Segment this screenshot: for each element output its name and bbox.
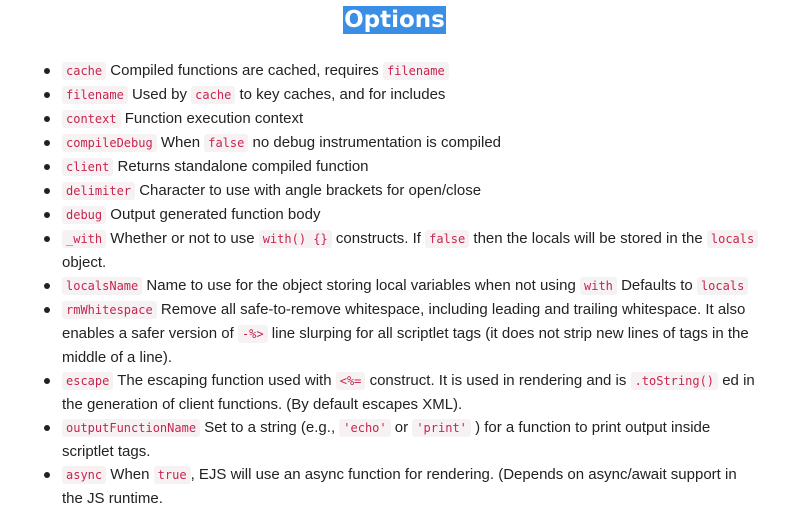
bullet-icon	[44, 116, 50, 122]
bullet-icon	[44, 68, 50, 74]
bullet-icon	[44, 212, 50, 218]
option-text: or	[390, 419, 413, 436]
option-text: Compiled functions are cached, requires	[106, 62, 383, 79]
option-key: _with	[62, 230, 107, 248]
bullet-icon	[44, 164, 50, 170]
option-item-compileDebug: compileDebug When false no debug instrum…	[0, 131, 789, 155]
option-item-async: async When true, EJS will use an async f…	[0, 463, 789, 510]
bullet-icon	[44, 92, 50, 98]
option-item-localsName: localsName Name to use for the object st…	[0, 274, 789, 298]
inline-code: false	[204, 134, 249, 152]
option-key: delimiter	[62, 182, 136, 200]
option-item-outputFunctionName: outputFunctionName Set to a string (e.g.…	[0, 416, 789, 463]
option-text: The escaping function used with	[113, 372, 336, 389]
bullet-icon	[44, 140, 50, 146]
inline-code: with	[580, 277, 617, 295]
option-text: Character to use with angle brackets for…	[135, 182, 482, 199]
inline-code: -%>	[237, 325, 268, 343]
bullet-icon	[44, 425, 50, 431]
option-text: Set to a string (e.g.,	[200, 419, 340, 436]
inline-code: .toString()	[630, 372, 719, 390]
option-key: outputFunctionName	[62, 419, 201, 437]
option-text: When	[156, 134, 205, 151]
inline-code: cache	[191, 86, 236, 104]
option-key: compileDebug	[62, 134, 157, 152]
option-text: then the locals will be stored in the	[469, 230, 707, 247]
option-key: async	[62, 466, 107, 484]
option-item-cache: cache Compiled functions are cached, req…	[0, 59, 789, 83]
page: Options cache Compiled functions are cac…	[0, 0, 789, 522]
option-item-client: client Returns standalone compiled funct…	[0, 155, 789, 179]
option-text: to key caches, and for includes	[235, 86, 446, 103]
option-text: Function execution context	[120, 110, 304, 127]
option-text: constructs. If	[331, 230, 426, 247]
bullet-icon	[44, 378, 50, 384]
bullet-icon	[44, 188, 50, 194]
option-key: context	[62, 110, 121, 128]
inline-code: with() {}	[258, 230, 332, 248]
option-item-filename: filename Used by cache to key caches, an…	[0, 83, 789, 107]
option-item-with: _with Whether or not to use with() {} co…	[0, 227, 789, 274]
inline-code: <%=	[335, 372, 366, 390]
bullet-icon	[44, 283, 50, 289]
option-item-debug: debug Output generated function body	[0, 203, 789, 227]
option-text: Defaults to	[616, 277, 697, 294]
bullet-icon	[44, 472, 50, 478]
option-text: object.	[62, 254, 107, 271]
option-key: debug	[62, 206, 107, 224]
option-key: cache	[62, 62, 107, 80]
inline-code: true	[153, 466, 191, 484]
option-text: Used by	[127, 86, 192, 103]
option-key: rmWhitespace	[62, 301, 157, 319]
title-wrap: Options	[0, 0, 789, 36]
bullet-icon	[44, 236, 50, 242]
options-list: cache Compiled functions are cached, req…	[0, 59, 789, 510]
inline-code: false	[425, 230, 470, 248]
inline-code: locals	[696, 277, 749, 295]
inline-code: filename	[382, 62, 449, 80]
option-text: no debug instrumentation is compiled	[248, 134, 502, 151]
option-text: Output generated function body	[106, 206, 321, 223]
bullet-icon	[44, 307, 50, 313]
option-key: filename	[62, 86, 128, 104]
option-key: client	[62, 158, 114, 176]
option-key: escape	[62, 372, 114, 390]
inline-code: 'print'	[412, 419, 471, 437]
option-item-delimiter: delimiter Character to use with angle br…	[0, 179, 789, 203]
inline-code: locals	[706, 230, 759, 248]
option-text: construct. It is used in rendering and i…	[365, 372, 631, 389]
option-item-rmWhitespace: rmWhitespace Remove all safe-to-remove w…	[0, 298, 789, 369]
option-text: When	[106, 466, 154, 483]
option-text: Whether or not to use	[106, 230, 259, 247]
option-key: localsName	[62, 277, 143, 295]
page-title: Options	[343, 6, 446, 34]
option-text: Returns standalone compiled function	[113, 158, 369, 175]
option-item-escape: escape The escaping function used with <…	[0, 369, 789, 416]
option-item-context: context Function execution context	[0, 107, 789, 131]
inline-code: 'echo'	[339, 419, 391, 437]
option-text: Name to use for the object storing local…	[142, 277, 580, 294]
